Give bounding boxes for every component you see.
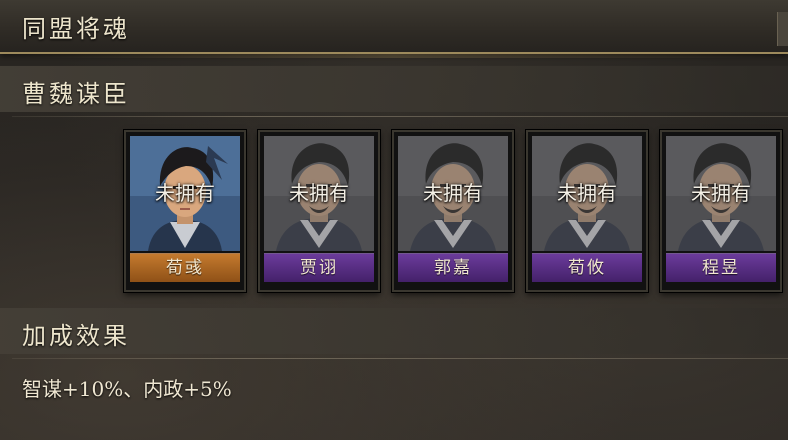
general-card[interactable]: 未拥有 荀彧 [124, 130, 246, 292]
group-title: 曹魏谋臣 [22, 80, 130, 108]
general-card-list: 未拥有 荀彧 未拥有 贾诩 未拥有 郭嘉 未拥有 荀攸 未拥有 程昱 [0, 125, 788, 292]
window-title: 同盟将魂 [22, 15, 130, 43]
bonus-effect-text: 智谋+10%、内政+5% [22, 377, 232, 401]
bonus-header: 加成效果 [0, 308, 788, 354]
general-card[interactable]: 未拥有 程昱 [660, 130, 782, 292]
group-divider [12, 116, 788, 117]
group-header: 曹魏谋臣 [0, 66, 788, 112]
general-name: 荀攸 [532, 253, 642, 282]
general-name: 荀彧 [130, 253, 240, 282]
general-card[interactable]: 未拥有 郭嘉 [392, 130, 514, 292]
general-card[interactable]: 未拥有 荀攸 [526, 130, 648, 292]
ownership-status: 未拥有 [289, 181, 349, 205]
ownership-status: 未拥有 [557, 181, 617, 205]
ownership-status: 未拥有 [691, 181, 751, 205]
ownership-status: 未拥有 [155, 181, 215, 205]
general-name: 程昱 [666, 253, 776, 282]
ownership-status: 未拥有 [423, 181, 483, 205]
panel-edge-tab[interactable] [777, 12, 788, 46]
general-card[interactable]: 未拥有 贾诩 [258, 130, 380, 292]
bonus-divider [12, 358, 788, 359]
general-name: 贾诩 [264, 253, 374, 282]
title-bar: 同盟将魂 [0, 0, 788, 58]
bonus-title: 加成效果 [22, 322, 130, 350]
general-name: 郭嘉 [398, 253, 508, 282]
